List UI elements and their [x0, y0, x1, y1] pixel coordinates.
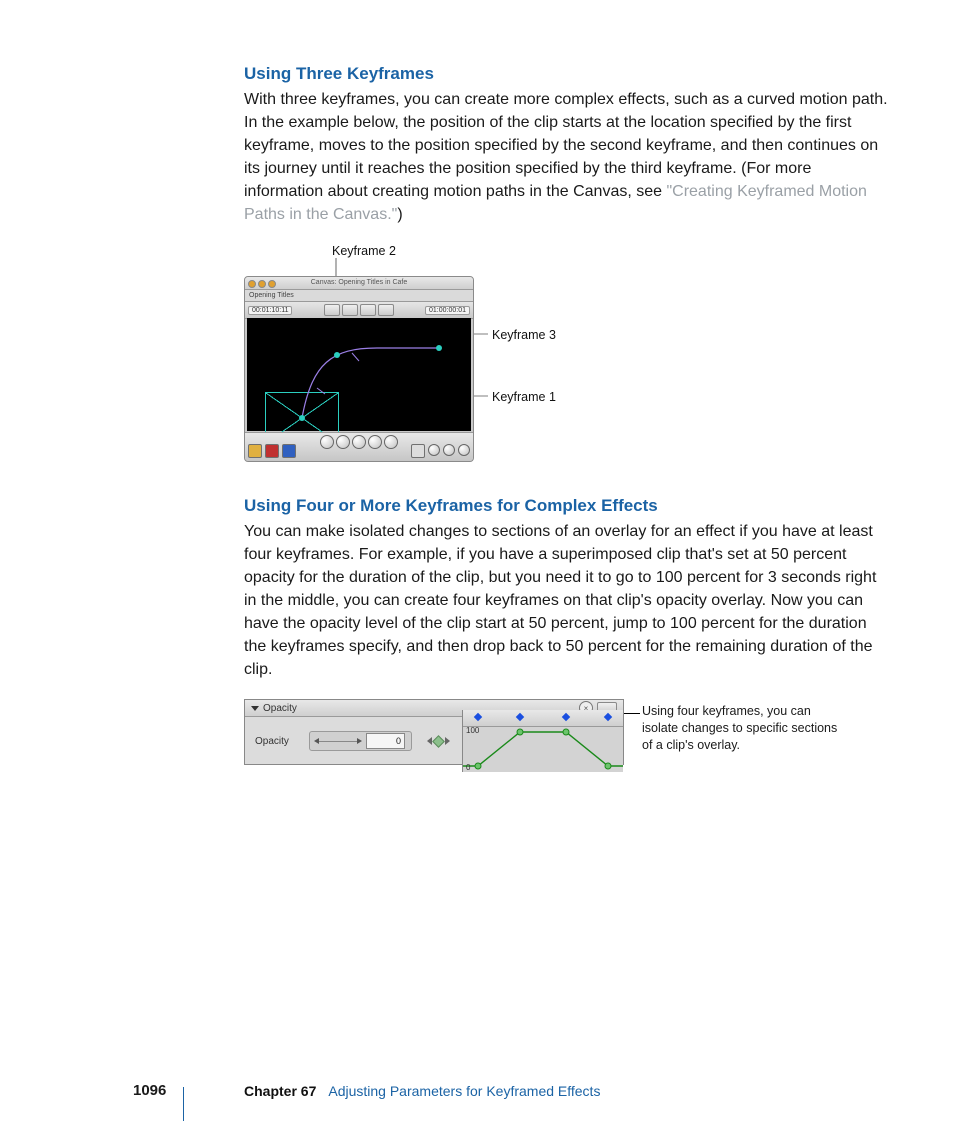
opacity-graph: 100 0 [463, 726, 623, 772]
next-keyframe-icon[interactable] [445, 737, 450, 745]
opacity-slider[interactable]: 0 [309, 731, 412, 751]
nav-button[interactable] [458, 444, 470, 456]
keyframe-marker[interactable] [604, 713, 612, 721]
opacity-panel: Opacity × Opacity 0 [244, 699, 624, 765]
canvas-window: Canvas: Opening Titles in Cafe Opening T… [244, 276, 474, 462]
chapter-title: Adjusting Parameters for Keyframed Effec… [328, 1083, 600, 1099]
label-keyframe-1: Keyframe 1 [492, 390, 556, 404]
scale-100: 100 [466, 726, 479, 735]
callout-leader [624, 713, 640, 714]
prev-keyframe-icon[interactable] [427, 737, 432, 745]
transport-btn[interactable] [320, 435, 334, 449]
label-keyframe-2: Keyframe 2 [332, 244, 396, 258]
nav-button[interactable] [411, 444, 425, 458]
transport-btn[interactable] [384, 435, 398, 449]
canvas-footer [245, 432, 473, 461]
section2-body: You can make isolated changes to section… [244, 520, 889, 681]
canvas-tab[interactable]: Opening Titles [245, 290, 473, 302]
opacity-timeline[interactable]: 100 0 [462, 710, 623, 772]
canvas-viewport[interactable] [247, 318, 471, 431]
opacity-row-label: Opacity [245, 736, 309, 747]
keyframe-marker[interactable] [562, 713, 570, 721]
view-buttons[interactable] [324, 304, 394, 316]
section-heading-three-keyframes: Using Three Keyframes [244, 64, 889, 84]
footer-rule [183, 1087, 184, 1121]
disclosure-triangle-icon[interactable] [251, 706, 259, 711]
figure-opacity-panel: Opacity × Opacity 0 [244, 699, 864, 767]
canvas-titlebar: Canvas: Opening Titles in Cafe [245, 277, 473, 290]
keyframe-diamond-icon[interactable] [432, 735, 445, 748]
label-keyframe-3: Keyframe 3 [492, 328, 556, 342]
mark-in-button[interactable] [248, 444, 262, 458]
page-number: 1096 [133, 1082, 166, 1099]
motion-path [247, 318, 471, 431]
timecode-right[interactable]: 01:00:00:01 [425, 306, 470, 315]
nav-button[interactable] [443, 444, 455, 456]
section1-body: With three keyframes, you can create mor… [244, 88, 889, 226]
window-controls[interactable] [248, 280, 276, 288]
canvas-toolbar: 00:01:10:11 01:00:00:01 [245, 302, 473, 319]
scale-0: 0 [466, 763, 470, 772]
keyframe-nav[interactable] [418, 737, 458, 746]
keyframe-marker[interactable] [516, 713, 524, 721]
nav-button[interactable] [428, 444, 440, 456]
marker-button[interactable] [282, 444, 296, 458]
opacity-header-label: Opacity [263, 703, 297, 714]
keyframe-marker[interactable] [474, 713, 482, 721]
chapter-number: Chapter 67 [244, 1083, 316, 1099]
section-heading-four-keyframes: Using Four or More Keyframes for Complex… [244, 496, 889, 516]
play-button[interactable] [352, 435, 366, 449]
transport-btn[interactable] [368, 435, 382, 449]
transport-btn[interactable] [336, 435, 350, 449]
opacity-value[interactable]: 0 [366, 733, 405, 749]
figure-three-keyframes: Keyframe 2 Keyframe 3 Keyframe 1 Canvas:… [244, 244, 604, 474]
callout-four-keyframes: Using four keyframes, you can isolate ch… [642, 703, 842, 754]
section1-body-b: ) [397, 206, 402, 223]
timecode-left[interactable]: 00:01:10:11 [248, 306, 292, 315]
mark-out-button[interactable] [265, 444, 279, 458]
